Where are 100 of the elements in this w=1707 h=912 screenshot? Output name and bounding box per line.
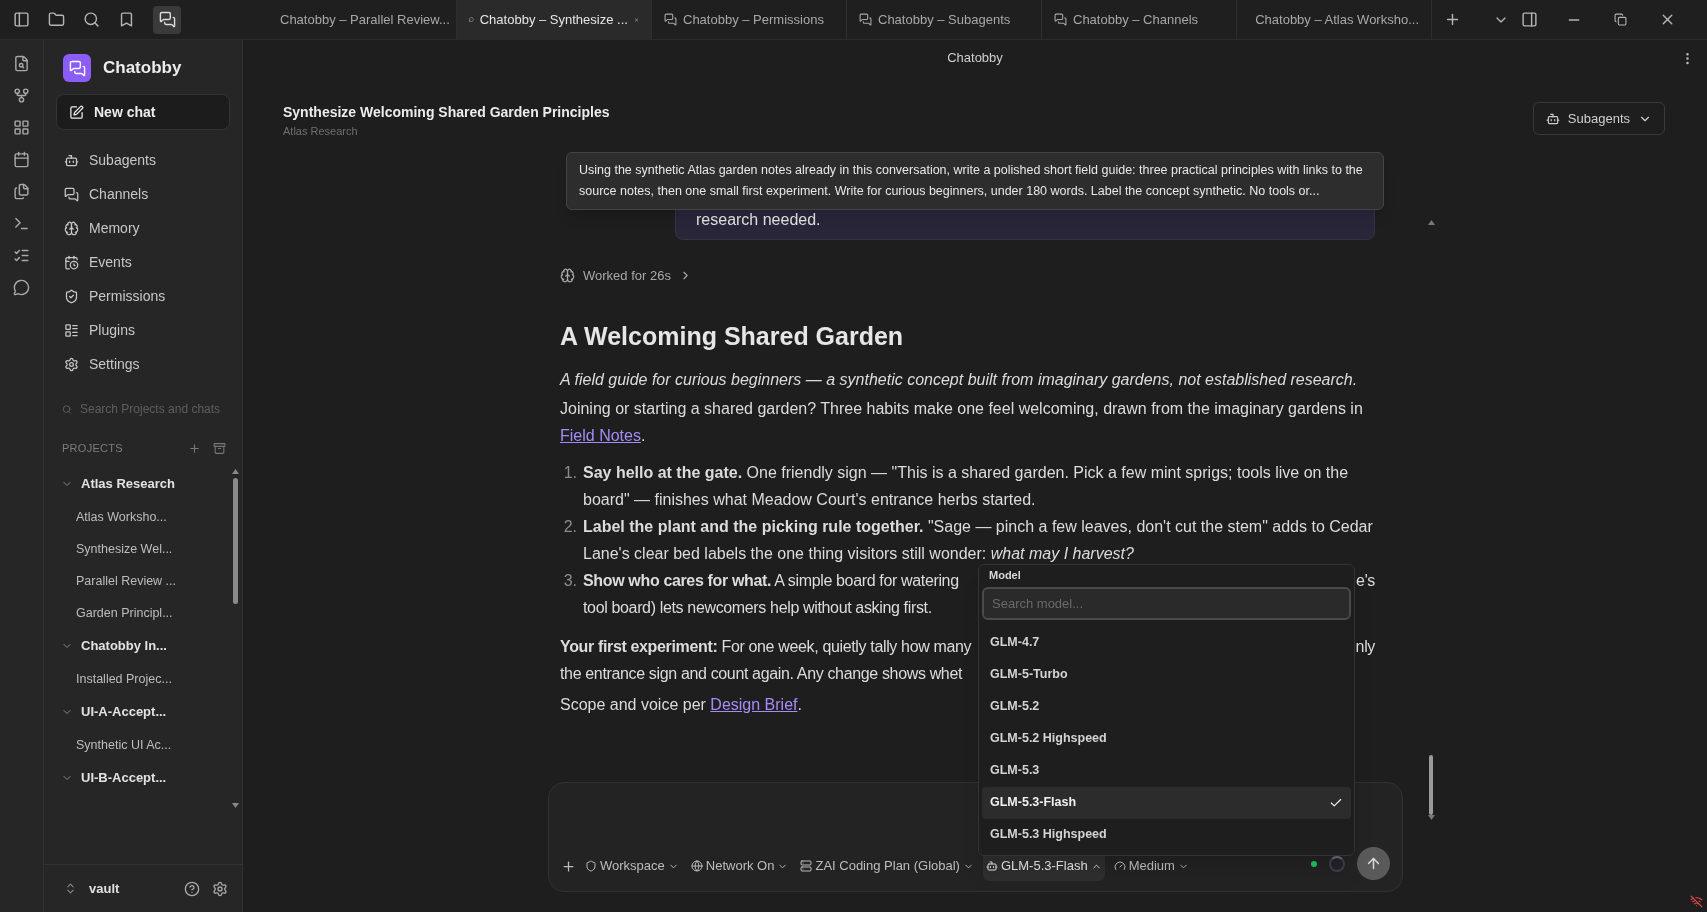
nav-item[interactable]: Permissions [44, 280, 242, 313]
list-number: 1. [562, 462, 578, 483]
settings-icon [64, 357, 79, 372]
prompt-tooltip: Using the synthetic Atlas garden notes already in this conversation, write a polished short field guide: three practical principles with links to the source notes, then one small first experiment. Write for curious beginners, under 180 words. Label the concept synthetic. No tools or... [566, 151, 1384, 210]
search-icon [62, 402, 72, 416]
chats-icon [1054, 13, 1067, 26]
bot-icon [1545, 111, 1560, 126]
calendar-icon [64, 255, 79, 270]
browser-tab[interactable]: Chatobby – Subagents [847, 0, 1042, 40]
scroll-down-icon[interactable] [231, 803, 239, 808]
model-search-field[interactable]: Search model... [982, 586, 1351, 620]
add-project-icon[interactable] [188, 441, 201, 455]
chats-icon[interactable] [153, 5, 181, 34]
chat-title: Synthesize Welcoming Shared Garden Principles [283, 103, 610, 122]
help-icon[interactable] [184, 880, 200, 897]
restore-icon[interactable] [1614, 13, 1627, 26]
file-search-icon[interactable] [13, 55, 30, 72]
field-notes-link[interactable]: Field Notes [560, 426, 641, 444]
new-chat-button[interactable]: New chat [56, 94, 230, 130]
globe-icon [690, 860, 703, 872]
chat-item[interactable]: Synthetic UI Ac... [44, 729, 228, 761]
channels-icon [64, 187, 79, 202]
model-option[interactable]: GLM-5.2 [982, 690, 1351, 723]
design-brief-link[interactable]: Design Brief [710, 695, 798, 713]
app-logo [63, 54, 91, 82]
shield-icon [585, 860, 597, 872]
tagline: A field guide for curious beginners — a synthetic concept built from imaginary gardens, not established research. [560, 369, 1359, 390]
chat-item[interactable]: Garden Principl... [44, 597, 228, 629]
model-option[interactable]: GLM-5.2 Highspeed [982, 722, 1351, 755]
checklist-icon[interactable] [13, 247, 30, 264]
add-tab-icon[interactable] [1444, 11, 1461, 28]
nav-item[interactable]: Subagents [44, 144, 242, 177]
scroll-up-icon[interactable] [231, 469, 239, 474]
browser-tab[interactable]: Chatobby – Permissions [652, 0, 847, 40]
nav-item[interactable]: Settings [44, 348, 242, 381]
bookmark-icon[interactable] [118, 11, 135, 28]
worked-indicator[interactable]: Worked for 26s [560, 265, 692, 285]
browser-tab[interactable]: Chatobby – Synthesize ... [457, 0, 652, 40]
model-option[interactable]: GLM-5.3 Highspeed [982, 818, 1351, 851]
composer-chip[interactable]: Workspace [582, 851, 682, 881]
shield-icon [64, 289, 79, 304]
crossed-signal-icon[interactable] [1690, 895, 1703, 908]
scrollbar[interactable] [1426, 220, 1436, 820]
composer-chip[interactable]: Medium [1110, 851, 1192, 881]
nav-item[interactable]: Events [44, 246, 242, 279]
add-icon[interactable] [561, 858, 576, 874]
project-item[interactable]: UI-A-Accept... [44, 695, 228, 729]
files-icon[interactable] [13, 183, 30, 200]
vault-name[interactable]: vault [89, 878, 172, 899]
chats-icon [859, 13, 872, 26]
model-option[interactable]: GLM-5-Turbo [982, 658, 1351, 691]
sidebar-toggle-icon[interactable] [13, 11, 30, 28]
browser-tab[interactable]: Chatobby – Atlas Worksho... [1237, 0, 1432, 40]
terminal-icon[interactable] [13, 215, 30, 232]
browser-tab[interactable]: Chatobby – Channels [1042, 0, 1237, 40]
chats-icon [664, 13, 677, 26]
window-title: Chatobby [947, 49, 1003, 68]
nav-item[interactable]: Plugins [44, 314, 242, 347]
subagents-button[interactable]: Subagents [1532, 102, 1665, 135]
paragraph-text: nly [1355, 636, 1375, 657]
paragraph-text: the entrance sign and count again. Any change shows whet [560, 663, 963, 684]
intro-paragraph: Joining or starting a shared garden? Three habits make one feel welcoming, drawn from the imaginary gardens in Field Notes. [560, 398, 1364, 446]
search-field[interactable]: Search Projects and chats [56, 395, 230, 423]
search-icon[interactable] [83, 11, 100, 28]
project-item[interactable]: UI-B-Accept... [44, 761, 228, 795]
send-button[interactable] [1357, 847, 1390, 880]
nav-item[interactable]: Channels [44, 178, 242, 211]
calendar-icon[interactable] [13, 151, 30, 168]
gauge-icon [1113, 860, 1126, 872]
scroll-down-icon[interactable] [1427, 815, 1435, 820]
model-option[interactable]: GLM-4.7 [982, 626, 1351, 659]
menu-label: Model [988, 568, 1022, 583]
settings-icon[interactable] [212, 880, 228, 897]
list-item-text: Label the plant and the picking rule together. "Sage — pinch a few leaves, don't cut the stem" adds to Cedar Lane's clear bed labels the one thing visitors still wonder: what may I harvest? [583, 516, 1374, 564]
brain-icon [560, 267, 575, 283]
composer-chip[interactable]: ZAI Coding Plan (Global) [797, 851, 977, 881]
project-item[interactable]: Atlas Research [44, 467, 228, 501]
list-item-text: Show who cares for what. A simple board for watering [583, 570, 959, 591]
list-item-text: Say hello at the gate. One friendly sign — "This is a shared garden. Pick a few mint sprigs; tools live on the board" — finishes what Meadow Court's entrance herbs started. [583, 462, 1350, 510]
model-option[interactable]: GLM-5.3-Flash [982, 786, 1351, 819]
chat-item[interactable]: Synthesize Wel... [44, 533, 228, 565]
project-item[interactable]: Chatobby In... [44, 629, 228, 663]
right-panel-icon[interactable] [1521, 11, 1538, 28]
brain-icon [64, 221, 79, 236]
switch-icon[interactable] [64, 882, 77, 895]
folder-icon[interactable] [48, 11, 65, 28]
grid-icon[interactable] [13, 119, 30, 136]
answer-heading: A Welcoming Shared Garden [560, 321, 905, 352]
composer-chip[interactable]: Network On [687, 851, 792, 881]
chat-item[interactable]: Atlas Worksho... [44, 501, 228, 533]
chat-item[interactable]: Parallel Review ... [44, 565, 228, 597]
scroll-up-icon[interactable] [1427, 220, 1435, 225]
branches-icon[interactable] [13, 87, 30, 104]
paragraph-text: Your first experiment: For one week, quietly tally how many [560, 636, 972, 657]
model-option[interactable]: GLM-5.3 [982, 754, 1351, 787]
chat-bubble-icon[interactable] [13, 279, 30, 296]
chat-item[interactable]: Installed Projec... [44, 663, 228, 695]
archive-icon[interactable] [213, 441, 226, 455]
project-name: Atlas Research [283, 124, 358, 139]
nav-item[interactable]: Memory [44, 212, 242, 245]
